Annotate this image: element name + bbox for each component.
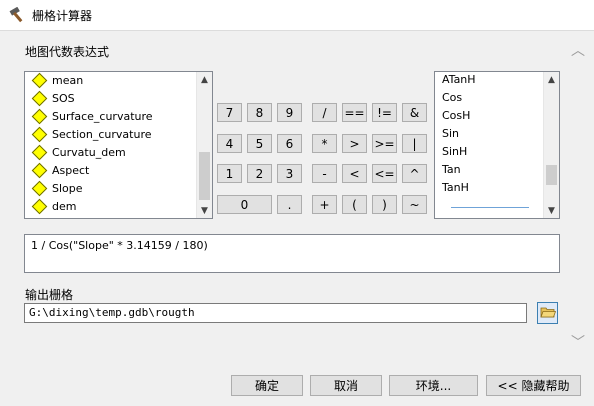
list-item[interactable]: Surface_curvature (31, 107, 153, 125)
scroll-down-icon[interactable]: ▼ (197, 203, 212, 218)
raster-layer-icon (31, 162, 48, 178)
scroll-thumb[interactable] (546, 165, 557, 185)
hammer-icon (9, 6, 27, 23)
key-not[interactable]: ~ (402, 195, 427, 214)
list-item[interactable]: TanH (442, 179, 469, 197)
list-item[interactable]: Section_curvature (31, 125, 152, 143)
output-raster-label: 输出栅格 (25, 288, 74, 302)
list-item[interactable]: Curvatu_dem (31, 143, 126, 161)
raster-layer-icon (31, 108, 48, 124)
function-list-scrollbar[interactable]: ▲ ▼ (543, 72, 559, 218)
environments-button[interactable]: 环境... (389, 375, 478, 396)
list-item[interactable]: Aspect (31, 161, 89, 179)
key-3[interactable]: 3 (277, 164, 302, 183)
key-minus[interactable]: - (312, 164, 337, 183)
key-plus[interactable]: + (312, 195, 337, 214)
key-1[interactable]: 1 (217, 164, 242, 183)
scroll-up-icon[interactable]: ▲ (197, 72, 212, 87)
chevron-down-icon[interactable]: ﹀ (570, 332, 586, 352)
list-item[interactable]: SinH (442, 143, 467, 161)
key-5[interactable]: 5 (247, 134, 272, 153)
output-path-input[interactable]: G:\dixing\temp.gdb\rougth (24, 303, 527, 323)
chevron-up-icon[interactable]: ︿ (570, 40, 586, 60)
layer-list-scrollbar[interactable]: ▲ ▼ (196, 72, 212, 218)
list-item[interactable]: ATanH (442, 72, 476, 89)
key-6[interactable]: 6 (277, 134, 302, 153)
list-item[interactable]: Slope (31, 179, 83, 197)
list-divider (451, 207, 529, 208)
key-8[interactable]: 8 (247, 103, 272, 122)
function-list[interactable]: ATanH Cos CosH Sin SinH Tan TanH ▲ ▼ (434, 71, 560, 219)
window-title: 栅格计算器 (32, 9, 93, 23)
key-close-paren[interactable]: ) (372, 195, 397, 214)
key-greater-equal[interactable]: >= (372, 134, 397, 153)
raster-layer-icon (31, 144, 48, 160)
key-or[interactable]: | (402, 134, 427, 153)
raster-layer-icon (31, 90, 48, 106)
key-dot[interactable]: . (277, 195, 302, 214)
list-item[interactable]: CosH (442, 107, 470, 125)
key-and[interactable]: & (402, 103, 427, 122)
key-multiply[interactable]: * (312, 134, 337, 153)
scroll-up-icon[interactable]: ▲ (544, 72, 559, 87)
list-item[interactable]: mean (31, 72, 83, 89)
layer-list[interactable]: mean SOS Surface_curvature Section_curva… (24, 71, 213, 219)
expression-text: 1 / Cos("Slope" * 3.14159 / 180) (31, 239, 208, 252)
key-2[interactable]: 2 (247, 164, 272, 183)
key-divide[interactable]: / (312, 103, 337, 122)
raster-layer-icon (31, 72, 48, 88)
map-algebra-label: 地图代数表达式 (25, 45, 110, 59)
list-item[interactable]: Cos (442, 89, 462, 107)
raster-layer-icon (31, 180, 48, 196)
key-xor[interactable]: ^ (402, 164, 427, 183)
scroll-thumb[interactable] (199, 152, 210, 200)
key-9[interactable]: 9 (277, 103, 302, 122)
key-open-paren[interactable]: ( (342, 195, 367, 214)
expression-input[interactable]: 1 / Cos("Slope" * 3.14159 / 180) (24, 234, 560, 273)
hide-help-button[interactable]: << 隐藏帮助 (486, 375, 581, 396)
key-greater[interactable]: > (342, 134, 367, 153)
key-less[interactable]: < (342, 164, 367, 183)
cancel-button[interactable]: 取消 (310, 375, 382, 396)
ok-button[interactable]: 确定 (231, 375, 303, 396)
list-item[interactable]: SOS (31, 89, 75, 107)
open-folder-icon (539, 305, 556, 322)
key-0[interactable]: 0 (217, 195, 272, 214)
key-less-equal[interactable]: <= (372, 164, 397, 183)
list-item[interactable]: Sin (442, 125, 459, 143)
key-equal[interactable]: == (342, 103, 367, 122)
title-bar: 栅格计算器 (0, 0, 594, 31)
scroll-down-icon[interactable]: ▼ (544, 203, 559, 218)
panel-scrollbar[interactable]: ︿ ﹀ (570, 40, 586, 352)
raster-layer-icon (31, 198, 48, 214)
key-4[interactable]: 4 (217, 134, 242, 153)
raster-layer-icon (31, 126, 48, 142)
list-item[interactable]: Tan (442, 161, 461, 179)
browse-button[interactable] (537, 302, 558, 324)
key-not-equal[interactable]: != (372, 103, 397, 122)
list-item[interactable]: dem (31, 197, 76, 215)
key-7[interactable]: 7 (217, 103, 242, 122)
